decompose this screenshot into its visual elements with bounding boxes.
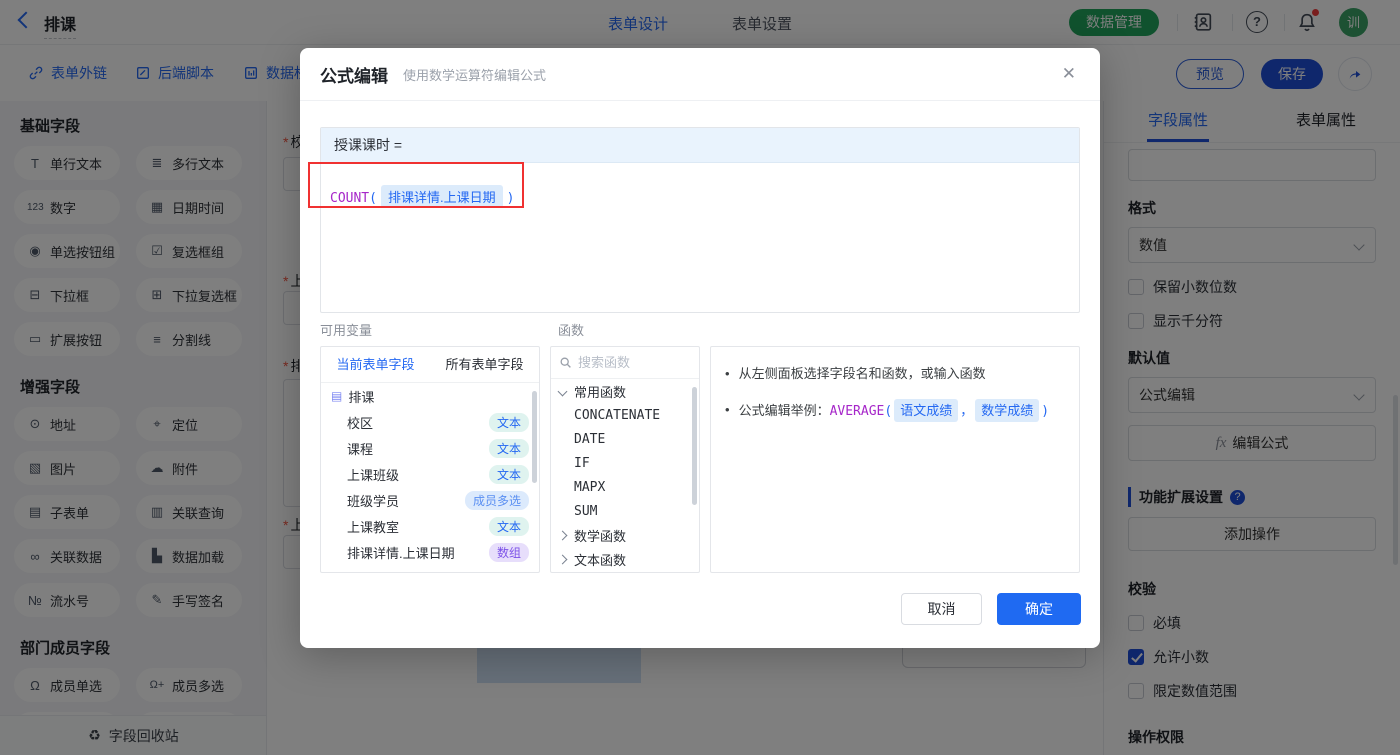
function-item[interactable]: CONCATENATE xyxy=(551,403,699,427)
function-item[interactable]: SUM xyxy=(551,499,699,523)
variable-row[interactable]: 课程 文本 xyxy=(321,435,539,461)
example-function-name: AVERAGE xyxy=(829,404,885,419)
function-group-common[interactable]: 常用函数 xyxy=(551,379,699,403)
cancel-button[interactable]: 取消 xyxy=(901,593,982,625)
help-line-1: • 从左侧面板选择字段名和函数，或输入函数 xyxy=(725,366,986,381)
function-item[interactable]: IF xyxy=(551,451,699,475)
function-search[interactable] xyxy=(551,347,699,379)
function-item[interactable]: DATE xyxy=(551,427,699,451)
formula-expression[interactable]: COUNT(排课详情.上课日期) xyxy=(321,163,1079,208)
variable-row[interactable]: 排课详情.上课日期 数组 xyxy=(321,539,539,565)
type-badge: 文本 xyxy=(488,464,529,484)
variable-row[interactable]: 班级学员 成员多选 xyxy=(321,487,539,513)
formula-editor-modal: 公式编辑 使用数学运算符编辑公式 ✕ 授课课时 = COUNT(排课详情.上课日… xyxy=(300,48,1100,648)
variable-row[interactable]: 上课班级 文本 xyxy=(321,461,539,487)
form-doc-icon: ▤ xyxy=(331,389,343,403)
function-group-math[interactable]: 数学函数 xyxy=(551,523,699,547)
formula-target: 授课课时 = xyxy=(321,128,1079,163)
function-item[interactable]: MAPX xyxy=(551,475,699,499)
chevron-down-icon xyxy=(557,386,568,396)
functions-label: 函数 xyxy=(558,323,585,338)
type-badge: 文本 xyxy=(488,438,529,458)
example-field-token: 数学成绩 xyxy=(975,399,1040,422)
search-icon xyxy=(560,357,571,368)
tab-all-form-fields[interactable]: 所有表单字段 xyxy=(430,347,539,382)
variables-scrollbar[interactable] xyxy=(532,391,537,483)
example-field-token: 语文成绩 xyxy=(894,399,959,422)
tab-current-form-fields[interactable]: 当前表单字段 xyxy=(321,347,430,382)
variables-tree-root[interactable]: ▤ 排课 xyxy=(321,383,539,409)
modal-title: 公式编辑 xyxy=(320,66,388,86)
formula-editor-box[interactable]: 授课课时 = COUNT(排课详情.上课日期) xyxy=(320,127,1080,313)
function-search-input[interactable] xyxy=(578,355,678,370)
type-badge: 文本 xyxy=(488,412,529,432)
formula-help-panel: • 从左侧面板选择字段名和函数，或输入函数 • 公式编辑举例：AVERAGE(语… xyxy=(710,346,1080,573)
functions-scrollbar[interactable] xyxy=(692,387,697,505)
variables-panel: 当前表单字段 所有表单字段 ▤ 排课 校区 文本 课程 文本 上课班级 文本 班级学员… xyxy=(320,346,540,573)
chevron-right-icon xyxy=(557,554,568,564)
variables-label: 可用变量 xyxy=(320,323,373,338)
type-badge: 文本 xyxy=(488,516,529,536)
app-window: 排课 表单设计 表单设置 数据管理 ? 训 表单外链 后端脚本 数据权 预览 xyxy=(0,0,1400,755)
chevron-right-icon xyxy=(557,530,568,540)
confirm-button[interactable]: 确定 xyxy=(997,593,1081,625)
help-line-2: • 公式编辑举例：AVERAGE(语文成绩，数学成绩) xyxy=(725,399,1065,422)
field-token[interactable]: 排课详情.上课日期 xyxy=(380,185,503,208)
close-icon[interactable]: ✕ xyxy=(1062,64,1076,84)
modal-subtitle: 使用数学运算符编辑公式 xyxy=(403,67,547,83)
variable-row[interactable]: 上课教室 文本 xyxy=(321,513,539,539)
type-badge: 数组 xyxy=(488,542,529,562)
functions-panel: 常用函数 CONCATENATE DATE IF MAPX SUM 数学函数 文… xyxy=(550,346,700,573)
modal-header: 公式编辑 使用数学运算符编辑公式 xyxy=(300,48,1100,101)
type-badge: 成员多选 xyxy=(464,490,529,510)
variables-tabs: 当前表单字段 所有表单字段 xyxy=(321,347,539,383)
function-name: COUNT xyxy=(330,191,370,206)
function-group-text[interactable]: 文本函数 xyxy=(551,547,699,571)
variable-row[interactable]: 校区 文本 xyxy=(321,409,539,435)
